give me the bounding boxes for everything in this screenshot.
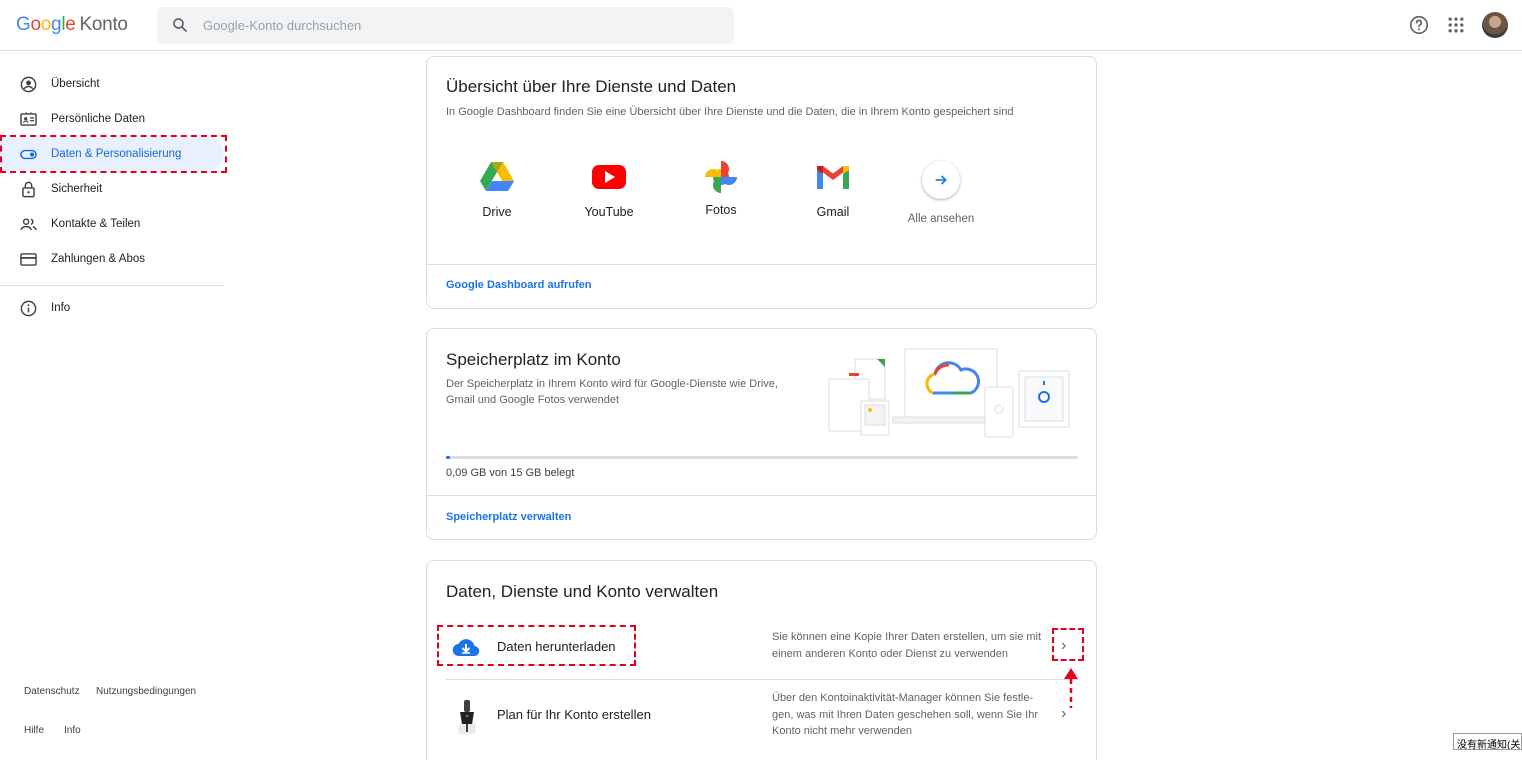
annotation-highlight-download xyxy=(437,625,636,666)
account-avatar[interactable] xyxy=(1482,12,1508,38)
gmail-icon xyxy=(817,166,849,189)
inactive-plan-desc: Über den Kontoinaktivität-Manager können… xyxy=(772,692,1038,737)
annotation-arrow-up xyxy=(1064,668,1078,708)
credit-card-icon xyxy=(20,253,37,266)
youtube-icon xyxy=(592,165,626,189)
google-konto-logo[interactable]: Google Konto xyxy=(16,14,128,36)
inactive-account-manager-icon xyxy=(458,700,476,734)
inactive-plan-title: Plan für Ihr Konto erstellen xyxy=(497,707,651,722)
account-circle-icon xyxy=(20,76,37,93)
photos-pinwheel-icon xyxy=(705,161,737,193)
arrow-right-icon xyxy=(935,175,947,185)
sidebar-item-label: Sicherheit xyxy=(51,183,103,195)
sidebar-divider xyxy=(0,285,224,286)
search-icon[interactable] xyxy=(171,16,189,34)
sidebar-item-label: Kontakte & Teilen xyxy=(51,218,141,230)
storage-card: Speicherplatz im Konto Der Speicherplatz… xyxy=(426,328,1097,540)
storage-card-title: Speicherplatz im Konto xyxy=(446,350,621,369)
apps-grid-icon[interactable] xyxy=(1446,15,1466,35)
card-divider xyxy=(427,264,1096,265)
inactive-account-plan-row[interactable]: Plan für Ihr Konto erstellen Über den Ko… xyxy=(446,680,1078,750)
sidebar-item-info[interactable]: Info xyxy=(0,291,224,325)
manage-card-title: Daten, Dienste und Konto verwalten xyxy=(446,582,719,601)
service-drive[interactable]: Drive xyxy=(452,161,542,219)
see-all-label: Alle ansehen xyxy=(907,213,975,225)
manage-storage-link[interactable]: Speicherplatz verwalten xyxy=(446,511,571,523)
lock-icon xyxy=(22,181,35,198)
info-icon xyxy=(20,300,37,317)
see-all-button[interactable] xyxy=(922,161,960,199)
sidebar-item-label: Übersicht xyxy=(51,78,100,90)
service-gmail[interactable]: Gmail xyxy=(788,161,878,219)
service-label: YouTube xyxy=(584,205,634,219)
storage-illustration xyxy=(828,348,1070,438)
sidebar-item-label: Zahlungen & Abos xyxy=(51,253,145,265)
storage-usage-text: 0,09 GB von 15 GB belegt xyxy=(446,467,575,479)
sidebar-item-security[interactable]: Sicherheit xyxy=(0,172,224,206)
sidebar-item-personal-info[interactable]: Persönliche Daten xyxy=(0,102,224,136)
sidebar-item-label: Info xyxy=(51,302,71,314)
service-label: Fotos xyxy=(705,203,737,217)
service-label: Drive xyxy=(482,205,512,219)
dashboard-card-subtitle: In Google Dashboard finden Sie eine Über… xyxy=(446,106,1014,118)
storage-card-subtitle: Der Speicherplatz in Ihrem Konto wird fü… xyxy=(446,378,778,406)
dashboard-card-title: Übersicht über Ihre Dienste und Daten xyxy=(446,77,737,96)
drive-icon xyxy=(480,162,514,191)
footer-link-terms[interactable]: Nutzungsbedingungen xyxy=(96,686,196,697)
footer-link-help[interactable]: Hilfe xyxy=(24,725,44,736)
sidebar-item-overview[interactable]: Übersicht xyxy=(0,67,224,101)
people-icon xyxy=(20,218,37,231)
annotation-highlight-sidebar xyxy=(0,135,227,173)
sidebar-item-label: Persönliche Daten xyxy=(51,113,145,125)
footer-link-privacy[interactable]: Datenschutz xyxy=(24,686,80,697)
logo-product: Konto xyxy=(79,14,128,35)
card-divider xyxy=(427,495,1096,496)
top-bar: Google Konto xyxy=(0,0,1522,51)
notification-toast[interactable]: 没有新通知(关闭 xyxy=(1453,733,1522,750)
id-card-icon xyxy=(20,112,37,126)
storage-progress-bar xyxy=(446,456,1078,459)
annotation-highlight-chevron xyxy=(1052,628,1084,661)
dashboard-card: Übersicht über Ihre Dienste und Daten In… xyxy=(426,56,1097,309)
help-icon[interactable] xyxy=(1408,14,1430,36)
storage-progress-fill xyxy=(446,456,450,459)
service-see-all[interactable]: Alle ansehen xyxy=(896,161,986,225)
download-data-desc: Sie können eine Kopie Ihrer Daten erstel… xyxy=(772,631,1042,660)
sidebar-item-payments[interactable]: Zahlungen & Abos xyxy=(0,242,224,276)
sidebar-nav: Übersicht Persönliche Daten Daten & Pers… xyxy=(0,51,230,750)
logo-google: Google xyxy=(16,14,76,35)
dashboard-link[interactable]: Google Dashboard aufrufen xyxy=(446,279,591,291)
search-bar[interactable] xyxy=(157,7,734,44)
service-youtube[interactable]: YouTube xyxy=(564,161,654,219)
sidebar-item-people-sharing[interactable]: Kontakte & Teilen xyxy=(0,207,224,241)
service-label: Gmail xyxy=(816,205,850,219)
footer-link-info[interactable]: Info xyxy=(64,725,81,736)
service-photos[interactable]: Fotos xyxy=(676,161,766,217)
search-input[interactable] xyxy=(203,7,723,44)
